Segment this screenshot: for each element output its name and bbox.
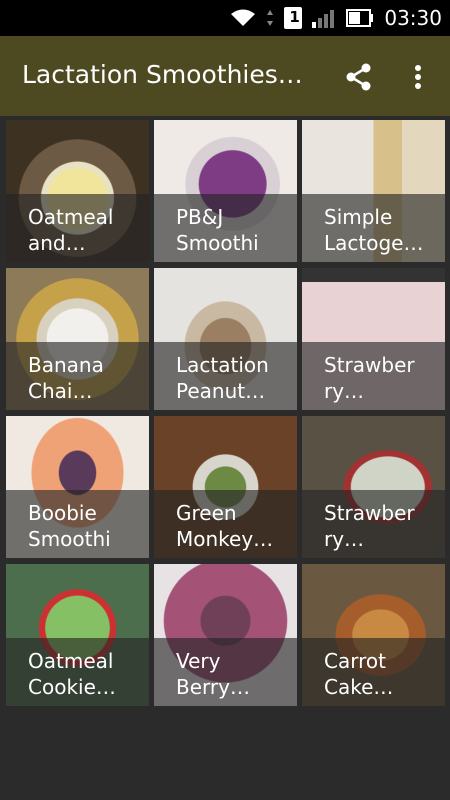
- page-title: Lactation Smoothies…: [22, 60, 303, 89]
- recipe-tile[interactable]: PB&J Smoothi: [154, 120, 297, 262]
- data-arrows-icon: [267, 10, 274, 26]
- recipe-tile[interactable]: Lactation Peanut…: [154, 268, 297, 410]
- recipe-tile[interactable]: Green Monkey…: [154, 416, 297, 558]
- more-options-button[interactable]: [400, 56, 436, 98]
- recipe-title: Oatmeal Cookie…: [28, 649, 116, 699]
- more-vert-icon: [415, 65, 421, 89]
- recipe-tile[interactable]: Oatmeal and…: [6, 120, 149, 262]
- recipe-title: Boobie Smoothi: [28, 501, 111, 551]
- recipe-title: Banana Chai…: [28, 353, 104, 403]
- recipe-tile[interactable]: Oatmeal Cookie…: [6, 564, 149, 706]
- sim-icon: 1: [284, 7, 303, 29]
- recipe-tile[interactable]: Carrot Cake…: [302, 564, 445, 706]
- recipe-title: Green Monkey…: [176, 501, 274, 551]
- wifi-icon: [231, 9, 256, 26]
- recipe-tile[interactable]: Strawber ry…: [302, 416, 445, 558]
- status-bar: 1 03:30: [0, 0, 450, 36]
- clock: 03:30: [384, 6, 442, 30]
- recipe-tile[interactable]: Banana Chai…: [6, 268, 149, 410]
- recipe-tile[interactable]: Very Berry…: [154, 564, 297, 706]
- recipe-title: Oatmeal and…: [28, 205, 114, 255]
- recipe-tile[interactable]: Boobie Smoothi: [6, 416, 149, 558]
- recipe-title: Lactation Peanut…: [176, 353, 269, 403]
- recipe-title: PB&J Smoothi: [176, 205, 259, 255]
- recipe-tile[interactable]: Simple Lactoge…: [302, 120, 445, 262]
- recipe-title: Strawber ry…: [324, 501, 415, 551]
- recipe-tile[interactable]: Strawber ry…: [302, 268, 445, 410]
- recipe-title: Simple Lactoge…: [324, 205, 424, 255]
- recipe-title: Very Berry…: [176, 649, 250, 699]
- sim-label: 1: [289, 8, 300, 26]
- recipe-title: Strawber ry…: [324, 353, 415, 403]
- recipe-grid: Oatmeal and… PB&J Smoothi Simple Lactoge…: [0, 116, 450, 716]
- battery-icon: [346, 9, 374, 27]
- status-icons: 1 03:30: [230, 0, 442, 36]
- share-button[interactable]: [338, 56, 380, 98]
- signal-icon: [312, 10, 335, 28]
- app-toolbar: Lactation Smoothies…: [0, 36, 450, 116]
- recipe-title: Carrot Cake…: [324, 649, 394, 699]
- share-icon: [346, 63, 371, 91]
